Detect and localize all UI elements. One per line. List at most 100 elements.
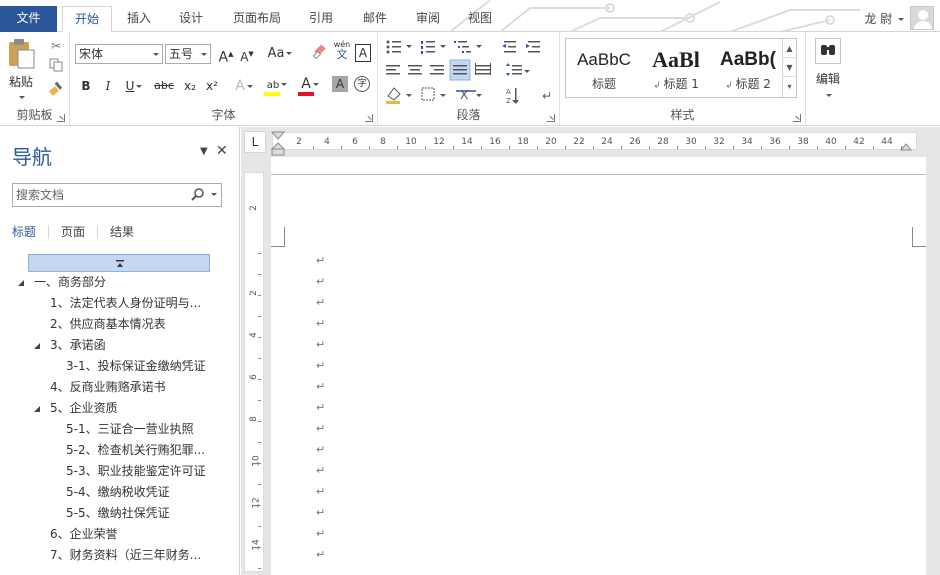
change-case-icon[interactable]: Aa [266,44,294,64]
tab-file[interactable]: 文件 [0,6,57,32]
styles-scrollbar[interactable]: ▲ ▼ ▾ [782,39,796,97]
nav-heading-text: 7、财务资料（近三年财务... [50,548,202,562]
ruler-tick-label: 10 [405,137,417,147]
search-icon[interactable] [191,187,205,204]
tab-pages[interactable]: 页面 [61,225,99,239]
tab-home[interactable]: 开始 [62,6,112,33]
vertical-ruler[interactable]: 2 2 4 6 8 10 12 14 [244,172,264,572]
bold-button[interactable]: B [76,76,96,96]
font-size-combo[interactable]: 五号 [165,44,211,64]
paragraph-group: X AZ ↵ 段落 [378,32,560,126]
italic-button[interactable]: I [98,76,118,96]
underline-dropdown[interactable] [134,76,142,96]
nav-heading-item[interactable]: 1、法定代表人身份证明与... [50,293,201,314]
clipboard-launcher-icon[interactable] [57,114,65,122]
paragraph-launcher-icon[interactable] [547,114,555,122]
nav-heading-item[interactable]: 2、供应商基本情况表 [50,314,166,335]
tab-headings[interactable]: 标题 [12,225,50,239]
style-heading-2[interactable]: AaBb( ↲ 标题 2 [712,41,784,97]
tab-references[interactable]: 引用 [298,6,344,32]
nav-heading-text: 4、反商业贿赂承诺书 [50,380,166,394]
paragraph-buttons: X AZ ↵ [386,40,552,105]
nav-heading-item[interactable]: 3、承诺函 [34,335,106,356]
editing-group[interactable]: 编辑 [806,32,850,126]
nav-heading-item[interactable]: 5-1、三证合一营业执照 [66,419,194,440]
avatar[interactable] [910,6,934,30]
enclose-characters-icon[interactable]: 字 [354,76,370,92]
nav-heading-text: 5-2、检查机关行贿犯罪... [66,443,206,457]
user-name[interactable]: 龙 尉 [864,10,904,27]
expand-toggle-icon[interactable] [18,280,24,286]
nav-heading-item[interactable]: 一、商务部分 [18,272,106,293]
nav-heading-item[interactable]: 6、企业荣誉 [50,524,118,545]
styles-more-icon[interactable]: ▾ [783,77,796,96]
nav-heading-item[interactable]: 5-4、缴纳税收凭证 [66,482,170,503]
highlight-icon[interactable]: ab [262,74,292,96]
tab-design[interactable]: 设计 [170,6,212,32]
tab-mailings[interactable]: 邮件 [352,6,398,32]
nav-heading-item[interactable]: 5、企业资质 [34,398,118,419]
styles-launcher-icon[interactable] [793,114,801,122]
tab-results[interactable]: 结果 [110,225,146,239]
nav-heading-text: 6、企业荣誉 [50,527,118,541]
expand-toggle-icon[interactable] [34,343,40,349]
nav-heading-item[interactable]: 5-3、职业技能鉴定许可证 [66,461,206,482]
style-heading-1[interactable]: AaBl ↲ 标题 1 [640,41,712,97]
cut-icon[interactable]: ✂ [46,36,66,56]
ribbon-tab-bar: 文件 开始 插入 设计 页面布局 引用 邮件 审阅 视图 龙 尉 [0,0,940,33]
strikethrough-button[interactable]: abc [150,76,178,96]
subscript-button[interactable]: x₂ [180,76,200,96]
collapse-all-bar[interactable] [28,254,210,272]
nav-options-icon[interactable]: ▼ [200,146,208,157]
tab-page-layout[interactable]: 页面布局 [226,6,288,32]
text-effects-icon[interactable]: A [230,76,258,96]
indent-markers-icon[interactable] [271,131,285,157]
paragraph-group-label: 段落 [456,108,481,122]
font-launcher-icon[interactable] [365,114,373,122]
expand-toggle-icon[interactable] [34,406,40,412]
font-color-icon[interactable]: A [296,74,324,96]
styles-scroll-up-icon[interactable]: ▲ [783,39,796,58]
phonetic-guide-icon[interactable]: wén 文 [332,40,352,60]
shrink-font-icon[interactable]: A▼ [237,44,257,64]
tab-selector[interactable]: L [244,131,266,153]
ruler-tick-label: 14 [461,137,473,147]
search-input[interactable] [13,184,183,206]
grow-font-icon[interactable]: A▲ [216,44,236,66]
styles-scroll-down-icon[interactable]: ▼ [783,58,796,77]
increase-indent-icon [526,41,540,53]
search-options-icon[interactable] [209,187,217,201]
copy-icon[interactable] [46,58,66,78]
paragraph-mark: ↵ [316,317,326,330]
ruler-tick-mark [369,146,370,149]
nav-heading-item[interactable]: 3-1、投标保证金缴纳凭证 [66,356,206,377]
ruler-tick-label: 2 [296,137,302,147]
close-icon[interactable]: ✕ [216,143,228,159]
nav-heading-item[interactable]: 5-5、缴纳社保凭证 [66,503,170,524]
font-name-combo[interactable]: 宋体 [75,44,163,64]
tab-insert[interactable]: 插入 [118,6,160,32]
character-shading-icon[interactable]: A [332,76,348,92]
document-page[interactable]: ↵ ↵ ↵ ↵ ↵ ↵ ↵ ↵ ↵ ↵ ↵ ↵ ↵ ↵ ↵ [271,157,926,575]
tab-view[interactable]: 视图 [458,6,502,32]
navigation-title: 导航 [12,145,52,169]
clear-formatting-icon[interactable] [310,44,330,64]
nav-heading-item[interactable]: 7、财务资料（近三年财务... [50,545,201,566]
horizontal-ruler[interactable]: 2 4 6 8 10 12 14 16 18 20 22 24 26 28 30 32 34 36 38 40 42 44 [271,131,917,156]
tab-review[interactable]: 审阅 [406,6,450,32]
ruler-tick-mark [341,146,342,149]
ruler-tick-mark [873,146,874,149]
ruler-tick-mark [593,146,594,149]
nav-heading-text: 5、企业资质 [50,401,118,415]
font-group: 宋体 五号 A▲ A▼ Aa wén 文 A B I U abc x₂ x² A … [70,32,378,126]
ruler-tick-mark [481,146,482,149]
character-border-icon[interactable]: A [355,44,371,62]
paragraph-mark: ↵ [316,443,326,456]
paragraph-mark: ↵ [316,506,326,519]
style-title[interactable]: AaBbC 标题 [568,41,640,97]
format-painter-icon[interactable] [46,80,66,100]
nav-heading-item[interactable]: 5-2、检查机关行贿犯罪... [66,440,205,461]
superscript-button[interactable]: x² [202,76,222,96]
paste-button[interactable]: 粘贴 [6,38,40,99]
nav-heading-item[interactable]: 4、反商业贿赂承诺书 [50,377,166,398]
